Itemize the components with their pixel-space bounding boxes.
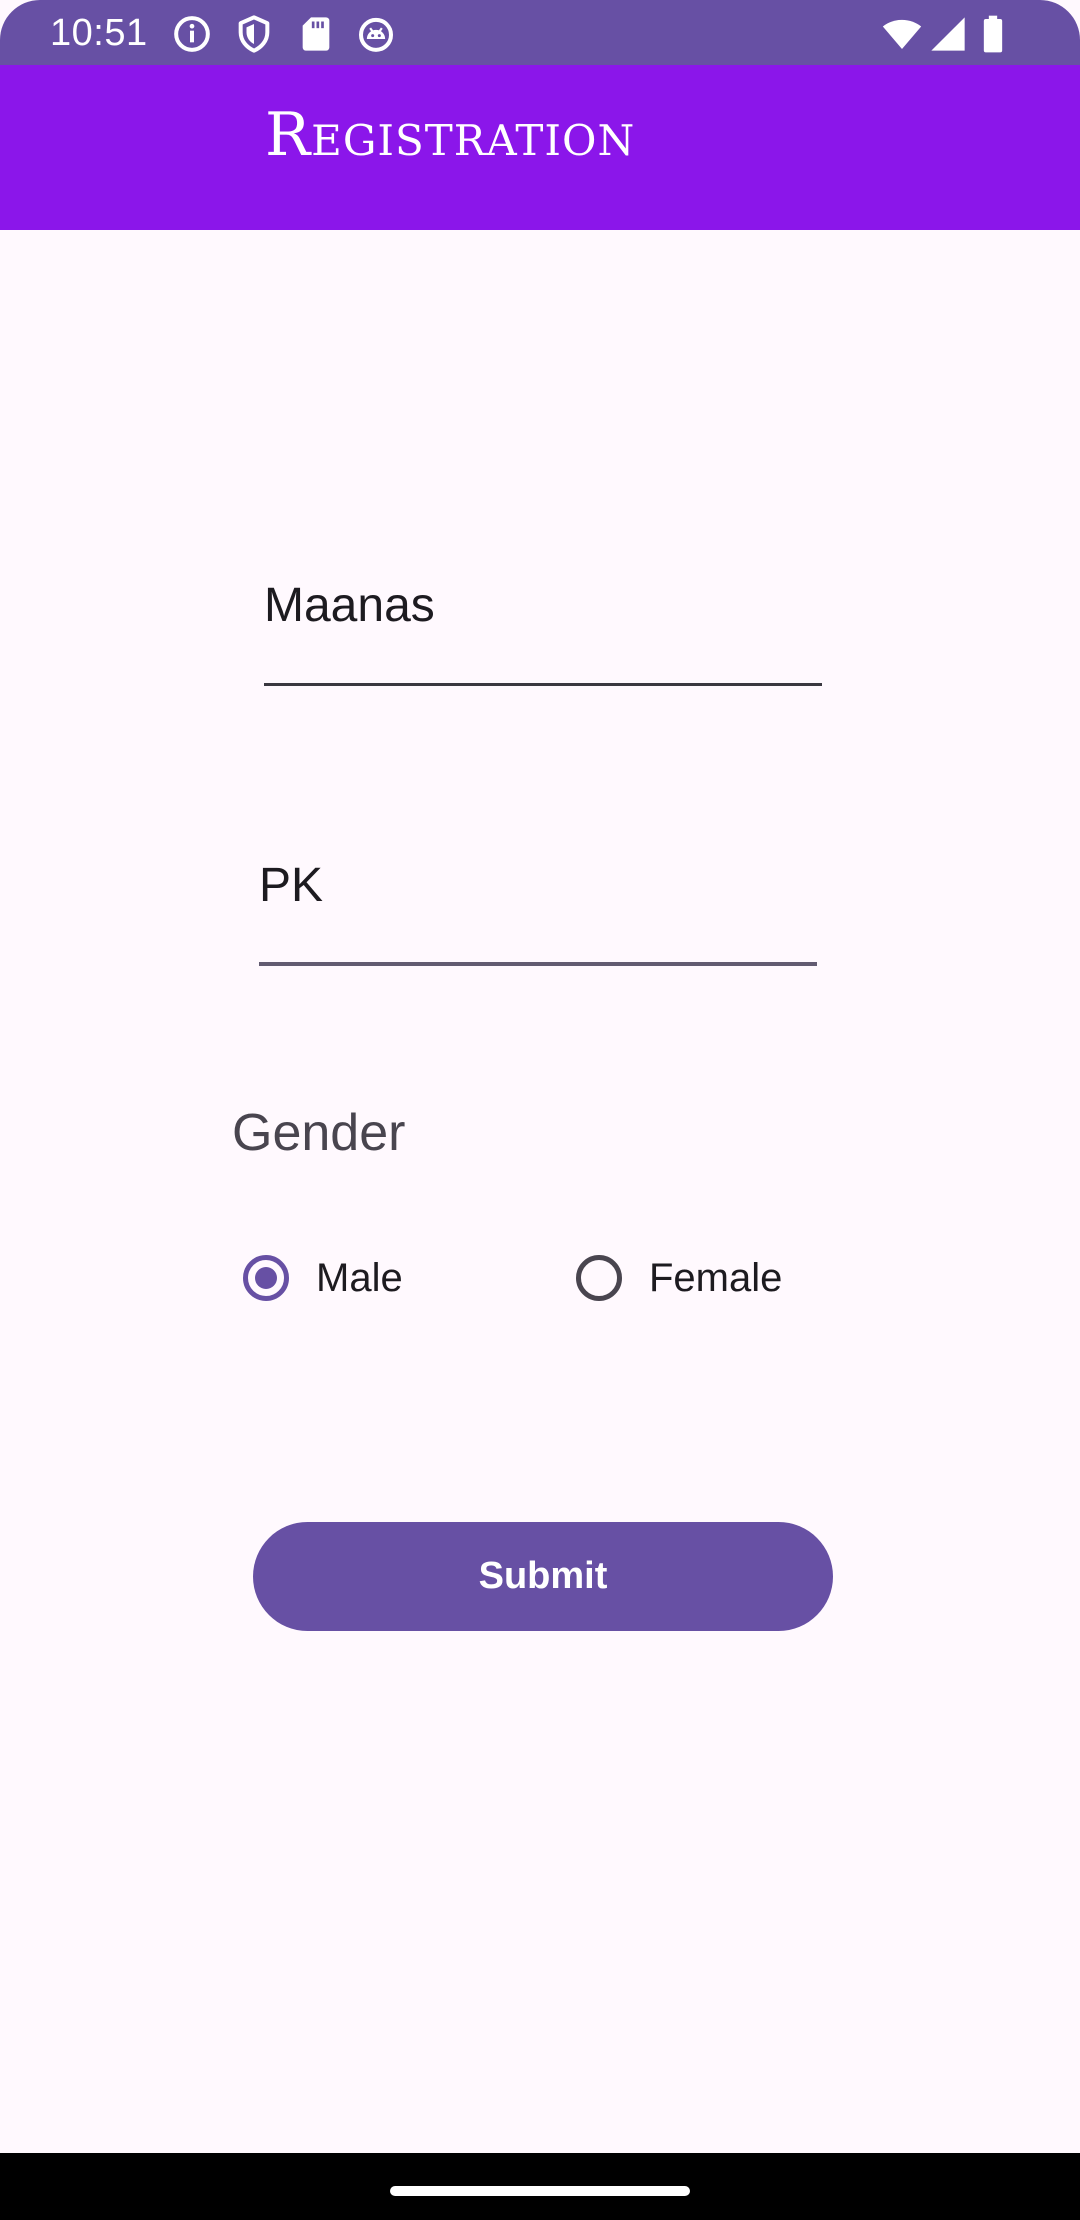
status-bar: 10:51 [0, 0, 1080, 65]
wifi-icon [880, 14, 924, 54]
first-name-value: Maanas [264, 579, 435, 632]
screen: 10:51 Registration Maanas PK Gender Male… [0, 0, 1080, 2220]
first-name-field[interactable]: Maanas [264, 576, 822, 686]
radio-female[interactable]: Female [576, 1248, 782, 1308]
navigation-bar [0, 2153, 1080, 2220]
radio-female-label: Female [649, 1256, 783, 1300]
android-debug-icon [356, 14, 396, 54]
info-icon [172, 14, 212, 54]
submit-button[interactable]: Submit [253, 1522, 833, 1631]
gender-label: Gender [232, 1104, 406, 1162]
radio-male[interactable]: Male [243, 1248, 403, 1308]
home-handle[interactable] [390, 2186, 690, 2196]
shield-icon [234, 14, 274, 54]
app-title: Registration [265, 100, 636, 170]
app-bar: Registration [0, 65, 1080, 230]
cellular-signal-icon [928, 14, 968, 54]
radio-unchecked-icon[interactable] [576, 1255, 622, 1301]
status-time: 10:51 [50, 12, 148, 54]
radio-male-label: Male [316, 1256, 403, 1300]
first-name-underline [264, 683, 822, 686]
sd-card-icon [296, 14, 336, 54]
radio-checked-icon[interactable] [243, 1255, 289, 1301]
battery-icon [978, 14, 1008, 54]
last-name-value: PK [259, 859, 324, 912]
last-name-underline [259, 962, 817, 966]
last-name-field[interactable]: PK [259, 856, 817, 966]
